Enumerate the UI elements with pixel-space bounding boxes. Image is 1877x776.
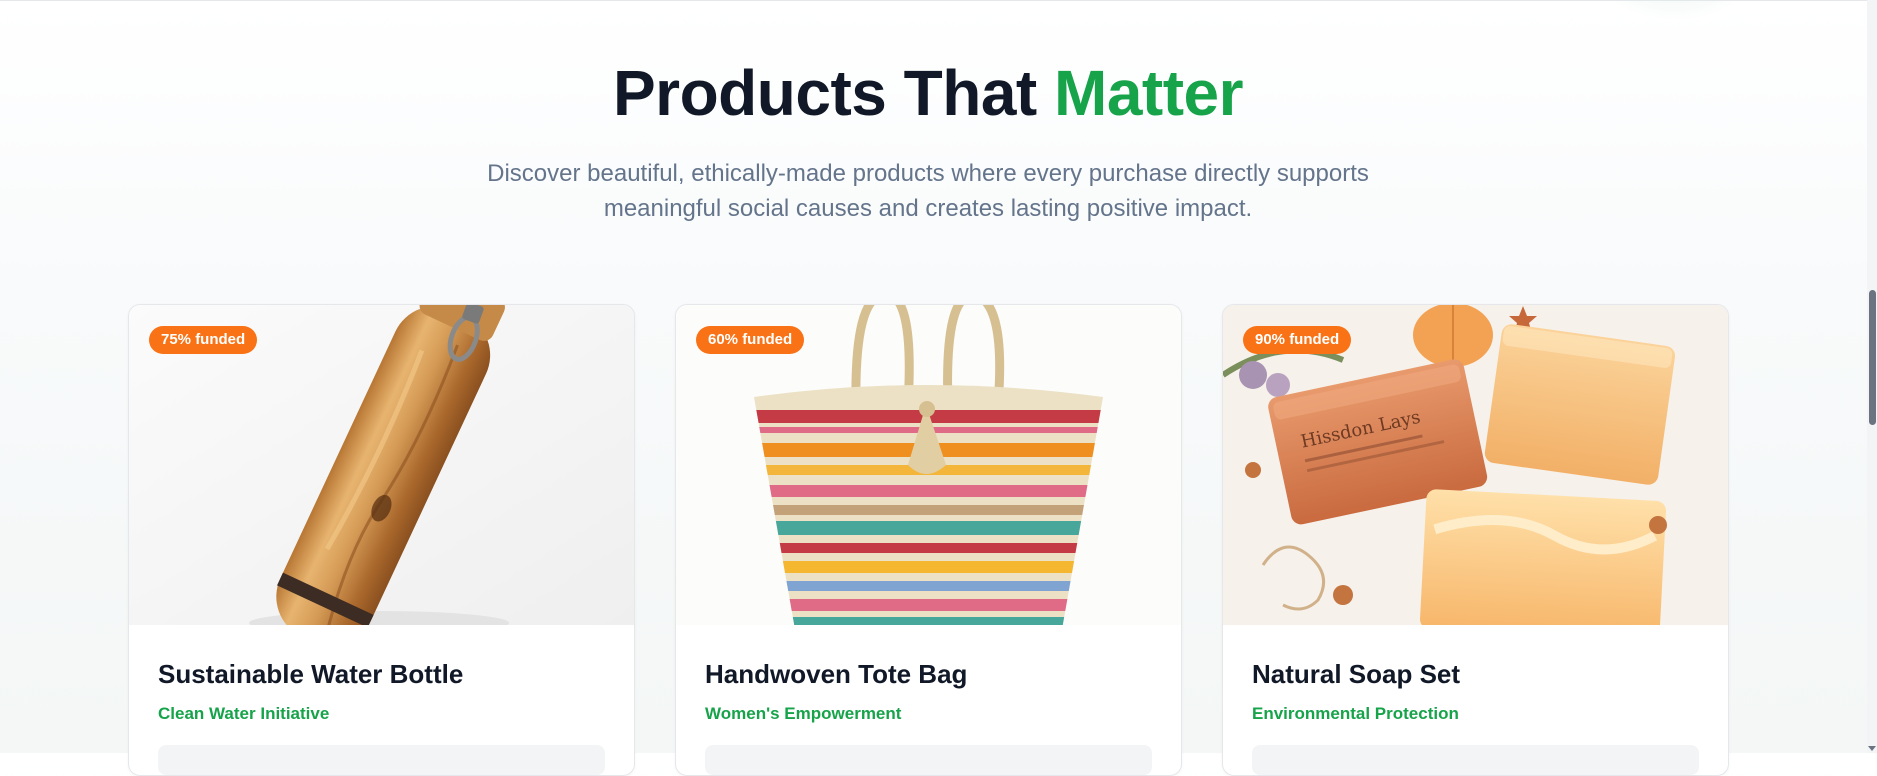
- funded-badge: 90% funded: [1243, 326, 1352, 354]
- card-details-strip: [1252, 745, 1699, 775]
- card-details-strip: [705, 745, 1152, 775]
- scroll-down-arrow-icon[interactable]: [1868, 746, 1876, 751]
- product-image-soap-set[interactable]: Hissdon Lays 90% funded: [1223, 305, 1728, 625]
- title-accent-text: Matter: [1054, 57, 1244, 129]
- product-card-soap-set[interactable]: Hissdon Lays 90% funded Natural Soap Set…: [1222, 304, 1729, 776]
- cause-label: Clean Water Initiative: [158, 704, 330, 723]
- decorative-blob: [1600, 0, 1750, 20]
- product-name[interactable]: Handwoven Tote Bag: [705, 659, 967, 690]
- section-title: Products That Matter: [0, 58, 1856, 128]
- product-card-water-bottle[interactable]: 75% funded Sustainable Water Bottle Clea…: [128, 304, 635, 776]
- header-divider: [0, 0, 1877, 1]
- product-card-tote-bag[interactable]: 60% funded Handwoven Tote Bag Women's Em…: [675, 304, 1182, 776]
- section-subtitle: Discover beautiful, ethically-made produ…: [487, 160, 1369, 222]
- funded-badge: 75% funded: [149, 326, 258, 354]
- scrollbar-thumb[interactable]: [1869, 290, 1876, 425]
- product-image-water-bottle[interactable]: 75% funded: [129, 305, 634, 625]
- card-details-strip: [158, 745, 605, 775]
- product-name[interactable]: Natural Soap Set: [1252, 659, 1460, 690]
- cause-label: Women's Empowerment: [705, 704, 902, 723]
- product-image-tote-bag[interactable]: 60% funded: [676, 305, 1181, 625]
- cause-label: Environmental Protection: [1252, 704, 1459, 723]
- funded-badge: 60% funded: [696, 326, 805, 354]
- title-main-text: Products That: [612, 57, 1054, 129]
- page-scrollbar[interactable]: [1867, 0, 1877, 753]
- product-name[interactable]: Sustainable Water Bottle: [158, 659, 463, 690]
